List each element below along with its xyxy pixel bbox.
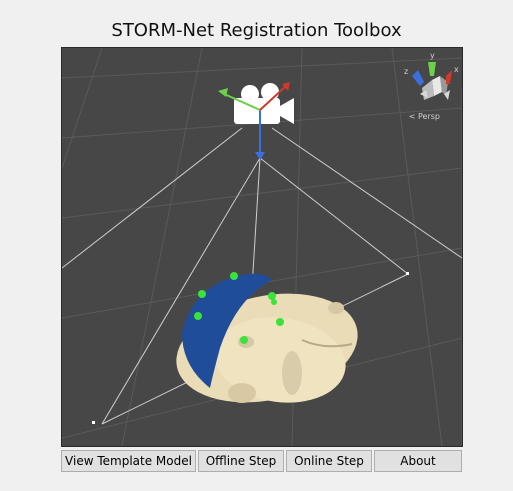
scene-viewport[interactable]: y z x < Persp: [61, 47, 463, 447]
online-step-button[interactable]: Online Step: [286, 450, 372, 472]
frustum-corner-marker: [406, 272, 409, 275]
sensor-marker: [271, 299, 277, 305]
gizmo-z-label: z: [404, 67, 408, 76]
scene-canvas[interactable]: y z x: [62, 48, 462, 446]
projection-label[interactable]: < Persp: [409, 112, 440, 121]
head-model[interactable]: [166, 272, 368, 418]
view-template-model-button[interactable]: View Template Model: [61, 450, 196, 472]
gizmo-x-label: x: [454, 65, 459, 74]
sensor-marker: [198, 290, 206, 298]
chevron-left-icon: <: [408, 112, 416, 121]
gizmo-y-label: y: [430, 51, 435, 60]
sensor-marker: [230, 272, 238, 280]
sensor-marker: [240, 336, 248, 344]
sensor-marker: [194, 312, 202, 320]
sensor-marker: [276, 318, 284, 326]
button-bar: View Template Model Offline Step Online …: [61, 450, 463, 474]
projection-label-text: Persp: [418, 112, 440, 121]
camera-icon[interactable]: [234, 83, 294, 124]
sensor-marker: [268, 292, 276, 300]
offline-step-button[interactable]: Offline Step: [198, 450, 284, 472]
arrow-down-icon: [255, 152, 265, 160]
frustum-corner-marker: [92, 421, 95, 424]
about-button[interactable]: About: [374, 450, 462, 472]
y-axis-cone-icon: [428, 62, 436, 76]
z-axis-cone-icon: [412, 70, 424, 86]
window-title: STORM-Net Registration Toolbox: [111, 20, 402, 41]
x-axis-cone-icon: [446, 70, 452, 84]
